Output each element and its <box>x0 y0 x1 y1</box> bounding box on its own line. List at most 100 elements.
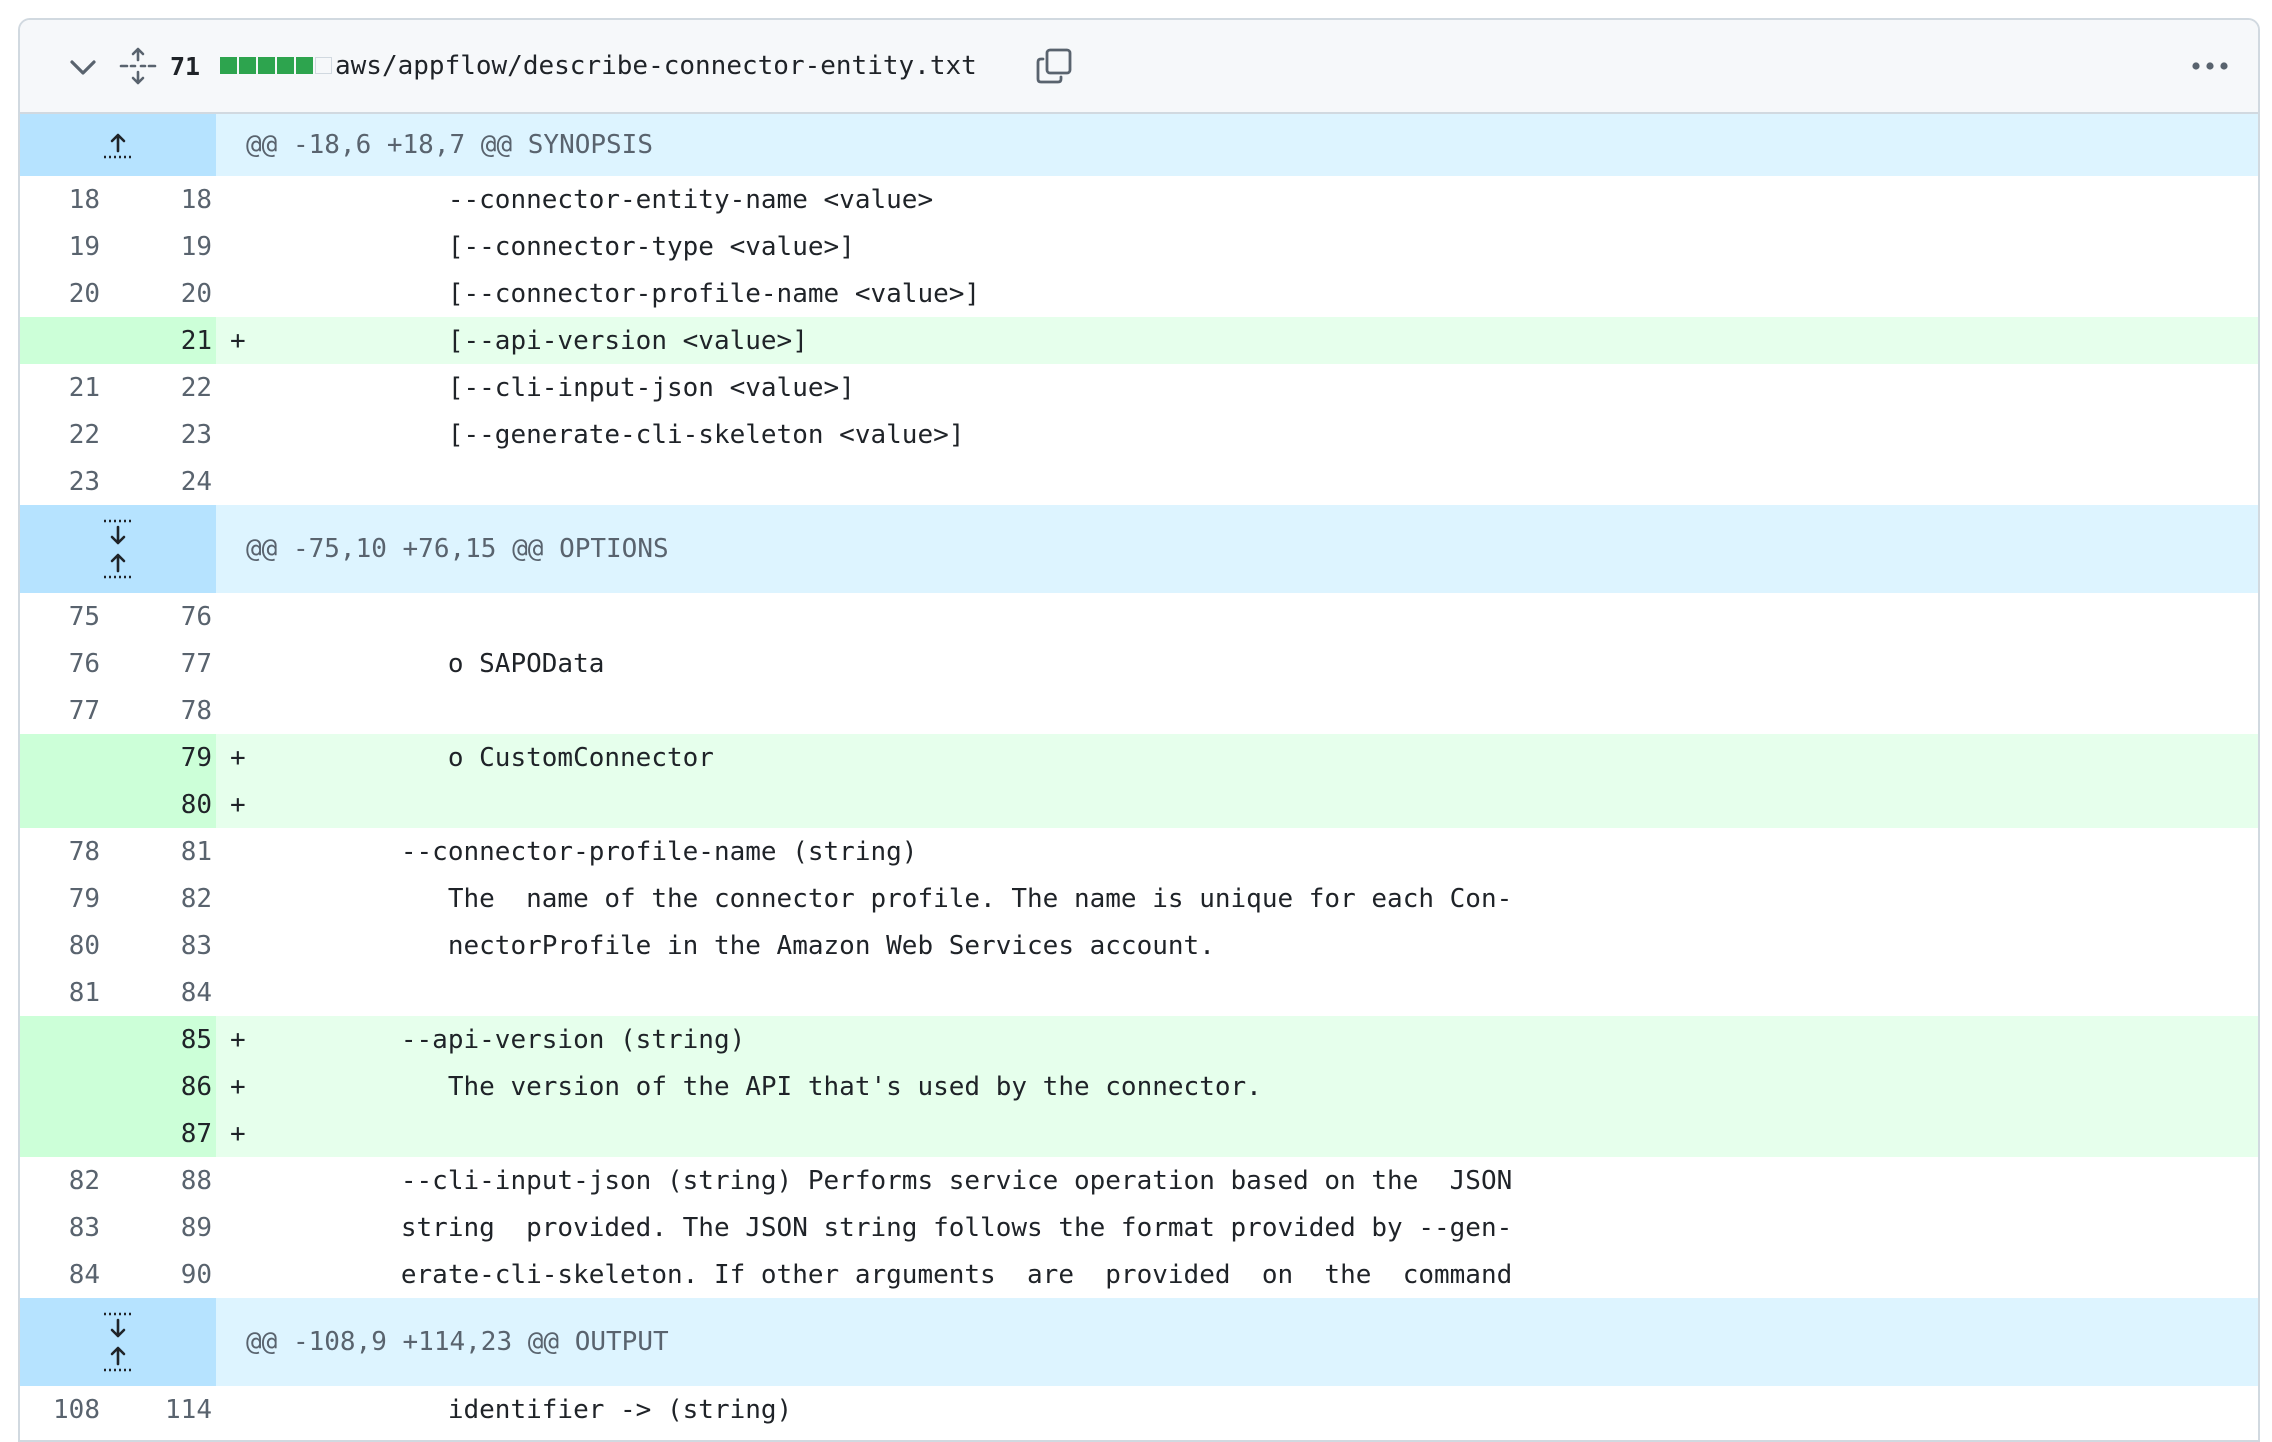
new-line-number[interactable]: 81 <box>100 837 212 867</box>
old-line-number[interactable]: 20 <box>20 279 100 309</box>
code-line: --cli-input-json (string) Performs servi… <box>260 1165 1513 1196</box>
diff-line-context: 23 24 <box>20 458 2258 505</box>
old-line-number[interactable]: 84 <box>20 1260 100 1290</box>
line-number-gutter: 22 23 <box>20 411 216 458</box>
new-line-number[interactable]: 85 <box>100 1025 212 1055</box>
line-number-gutter: 83 89 <box>20 1204 216 1251</box>
diffstat-square-neutral <box>315 57 332 74</box>
code-line: The name of the connector profile. The n… <box>260 883 1513 914</box>
new-line-number[interactable]: 114 <box>100 1395 212 1425</box>
old-line-number[interactable]: 108 <box>20 1395 100 1425</box>
diff-marker: + <box>230 325 246 356</box>
collapse-chevron-icon[interactable] <box>66 50 100 84</box>
expand-up-icon[interactable] <box>100 549 136 581</box>
new-line-number[interactable]: 86 <box>100 1072 212 1102</box>
line-number-gutter: 76 77 <box>20 640 216 687</box>
diff-line-context: 78 81 --connector-profile-name (string) <box>20 828 2258 875</box>
new-line-number[interactable]: 82 <box>100 884 212 914</box>
line-number-gutter: 82 88 <box>20 1157 216 1204</box>
diffstat-square-add <box>277 57 294 74</box>
new-line-number[interactable]: 87 <box>100 1119 212 1149</box>
new-line-number[interactable]: 79 <box>100 743 212 773</box>
new-line-number[interactable]: 21 <box>100 326 212 356</box>
old-line-number[interactable]: 79 <box>20 884 100 914</box>
new-line-number[interactable]: 19 <box>100 232 212 262</box>
hunk-header: @@ -108,9 +114,23 @@ OUTPUT <box>20 1298 2258 1386</box>
old-line-number[interactable]: 82 <box>20 1166 100 1196</box>
new-line-number[interactable]: 90 <box>100 1260 212 1290</box>
diff-line-context: 79 82 The name of the connector profile. … <box>20 875 2258 922</box>
line-number-gutter: 79 <box>20 734 216 781</box>
diff-marker: + <box>230 742 246 773</box>
code-line: The version of the API that's used by th… <box>260 1071 1262 1102</box>
new-line-number[interactable]: 23 <box>100 420 212 450</box>
new-line-number[interactable]: 22 <box>100 373 212 403</box>
new-line-number[interactable]: 78 <box>100 696 212 726</box>
expand-down-icon[interactable] <box>100 517 136 549</box>
old-line-number[interactable]: 78 <box>20 837 100 867</box>
line-number-gutter: 108 114 <box>20 1386 216 1433</box>
diff-line-context: 21 22 [--cli-input-json <value>] <box>20 364 2258 411</box>
new-line-number[interactable]: 20 <box>100 279 212 309</box>
diffstat-square-add <box>239 57 256 74</box>
code-line: string provided. The JSON string follows… <box>260 1212 1513 1243</box>
code-line: erate-cli-skeleton. If other arguments a… <box>260 1259 1513 1290</box>
code-line: nectorProfile in the Amazon Web Services… <box>260 930 1215 961</box>
old-line-number[interactable]: 77 <box>20 696 100 726</box>
diff-line-context: 22 23 [--generate-cli-skeleton <value>] <box>20 411 2258 458</box>
diff-line-context: 82 88 --cli-input-json (string) Performs … <box>20 1157 2258 1204</box>
new-line-number[interactable]: 88 <box>100 1166 212 1196</box>
file-name[interactable]: aws/appflow/describe-connector-entity.tx… <box>335 20 977 112</box>
expand-all-icon[interactable] <box>118 46 158 86</box>
new-line-number[interactable]: 24 <box>100 467 212 497</box>
diff-line-context: 83 89 string provided. The JSON string fo… <box>20 1204 2258 1251</box>
hunk-header: @@ -18,6 +18,7 @@ SYNOPSIS <box>20 114 2258 176</box>
line-number-gutter: 86 <box>20 1063 216 1110</box>
line-number-gutter: 81 84 <box>20 969 216 1016</box>
line-number-gutter: 23 24 <box>20 458 216 505</box>
diff-line-context: 20 20 [--connector-profile-name <value>] <box>20 270 2258 317</box>
code-line: identifier -> (string) <box>260 1394 793 1425</box>
line-number-gutter: 75 76 <box>20 593 216 640</box>
old-line-number[interactable]: 23 <box>20 467 100 497</box>
code-line: o CustomConnector <box>260 742 714 773</box>
old-line-number[interactable]: 22 <box>20 420 100 450</box>
code-line: [--connector-type <value>] <box>260 231 855 262</box>
diff-table: @@ -18,6 +18,7 @@ SYNOPSIS 18 18 --connect… <box>20 114 2258 1433</box>
code-line: [--generate-cli-skeleton <value>] <box>260 419 965 450</box>
old-line-number[interactable]: 81 <box>20 978 100 1008</box>
new-line-number[interactable]: 18 <box>100 185 212 215</box>
new-line-number[interactable]: 89 <box>100 1213 212 1243</box>
diff-line-context: 18 18 --connector-entity-name <value> <box>20 176 2258 223</box>
line-number-gutter: 77 78 <box>20 687 216 734</box>
old-line-number[interactable]: 18 <box>20 185 100 215</box>
diff-line-context: 80 83 nectorProfile in the Amazon Web Ser… <box>20 922 2258 969</box>
expand-up-icon[interactable] <box>100 1342 136 1374</box>
old-line-number[interactable]: 21 <box>20 373 100 403</box>
changes-count: 71 <box>170 51 201 81</box>
old-line-number[interactable]: 83 <box>20 1213 100 1243</box>
more-options-icon[interactable] <box>2188 46 2232 86</box>
diff-line-context: 81 84 <box>20 969 2258 1016</box>
new-line-number[interactable]: 84 <box>100 978 212 1008</box>
copy-icon[interactable] <box>1032 44 1076 88</box>
expand-down-icon[interactable] <box>100 1310 136 1342</box>
hunk-header-text: @@ -18,6 +18,7 @@ SYNOPSIS <box>246 130 653 160</box>
new-line-number[interactable]: 77 <box>100 649 212 679</box>
diff-line-added: 85 + --api-version (string) <box>20 1016 2258 1063</box>
diff-line-context: 19 19 [--connector-type <value>] <box>20 223 2258 270</box>
hunk-header-text: @@ -108,9 +114,23 @@ OUTPUT <box>246 1327 669 1357</box>
line-number-gutter: 85 <box>20 1016 216 1063</box>
old-line-number[interactable]: 75 <box>20 602 100 632</box>
diffstat-bar <box>220 57 332 74</box>
diff-line-context: 77 78 <box>20 687 2258 734</box>
old-line-number[interactable]: 76 <box>20 649 100 679</box>
new-line-number[interactable]: 80 <box>100 790 212 820</box>
code-line: --api-version (string) <box>260 1024 746 1055</box>
diff-line-context: 108 114 identifier -> (string) <box>20 1386 2258 1433</box>
old-line-number[interactable]: 19 <box>20 232 100 262</box>
new-line-number[interactable]: 76 <box>100 602 212 632</box>
expand-up-icon[interactable] <box>100 129 136 161</box>
old-line-number[interactable]: 80 <box>20 931 100 961</box>
new-line-number[interactable]: 83 <box>100 931 212 961</box>
